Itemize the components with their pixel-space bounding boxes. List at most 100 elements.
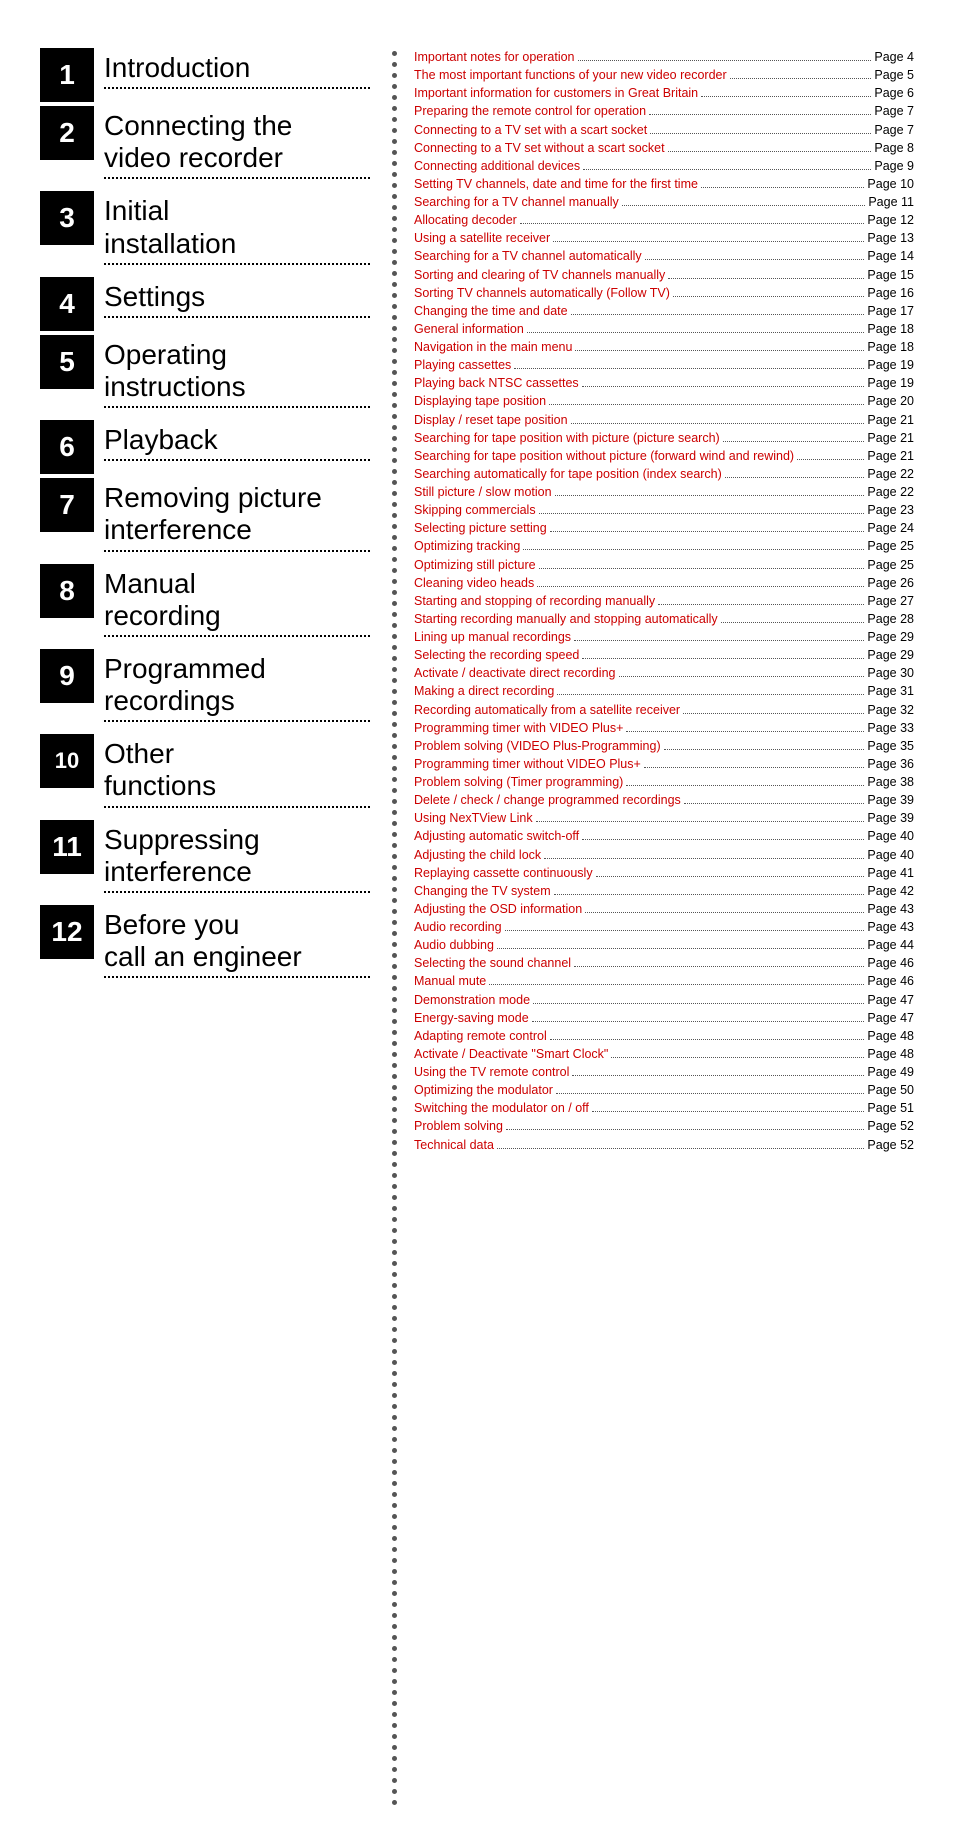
toc-entry-dots-39 (664, 749, 865, 750)
toc-entry-title-31: Starting and stopping of recording manua… (414, 592, 655, 610)
dot (392, 1382, 397, 1387)
dot (392, 1074, 397, 1079)
dot (392, 95, 397, 100)
toc-entry-dots-20 (549, 404, 864, 405)
dot (392, 1338, 397, 1343)
chapter-item-4: 4Settings (40, 277, 370, 331)
toc-entry-page-7: Page 9 (874, 157, 914, 175)
toc-entry-page-12: Page 14 (867, 247, 914, 265)
toc-entry-39: Problem solving (VIDEO Plus-Programming)… (414, 737, 914, 755)
toc-entry-dots-35 (619, 676, 865, 677)
toc-entry-31: Starting and stopping of recording manua… (414, 592, 914, 610)
toc-entry-37: Recording automatically from a satellite… (414, 701, 914, 719)
toc-entry-title-46: Replaying cassette continuously (414, 864, 593, 882)
dot (392, 1393, 397, 1398)
dot (392, 1239, 397, 1244)
dot (392, 1085, 397, 1090)
toc-entry-27: Selecting picture settingPage 24 (414, 519, 914, 537)
dot (392, 612, 397, 617)
dot (392, 667, 397, 672)
chapter-title-area-7: Removing pictureinterference (104, 478, 370, 559)
toc-entry-title-16: General information (414, 320, 524, 338)
toc-entry-40: Programming timer without VIDEO Plus+Pag… (414, 755, 914, 773)
chapter-number-9: 9 (40, 649, 94, 703)
toc-entry-dots-19 (582, 386, 865, 387)
dot (392, 1305, 397, 1310)
toc-entry-dots-33 (574, 640, 864, 641)
toc-entry-dots-60 (506, 1129, 864, 1130)
toc-entry-page-21: Page 21 (867, 411, 914, 429)
toc-entry-56: Activate / Deactivate "Smart Clock"Page … (414, 1045, 914, 1063)
toc-entry-dots-55 (550, 1039, 865, 1040)
chapter-dots-8 (104, 635, 370, 637)
toc-entry-title-42: Delete / check / change programmed recor… (414, 791, 681, 809)
toc-entry-title-41: Problem solving (Timer programming) (414, 773, 623, 791)
toc-entry-2: The most important functions of your new… (414, 66, 914, 84)
chapter-item-11: 11Suppressinginterference (40, 820, 370, 901)
toc-entry-page-9: Page 11 (868, 193, 914, 211)
main-layout: 1Introduction2Connecting thevideo record… (40, 48, 914, 1808)
dot (392, 766, 397, 771)
dot (392, 370, 397, 375)
toc-entry-title-36: Making a direct recording (414, 682, 554, 700)
toc-entry-dots-14 (673, 296, 865, 297)
toc-entry-dots-41 (626, 785, 864, 786)
toc-entry-page-52: Page 46 (867, 972, 914, 990)
toc-entry-dots-15 (571, 314, 865, 315)
toc-entry-title-6: Connecting to a TV set without a scart s… (414, 139, 665, 157)
toc-entry-page-30: Page 26 (867, 574, 914, 592)
toc-entry-29: Optimizing still picturePage 25 (414, 556, 914, 574)
toc-entry-dots-48 (585, 912, 864, 913)
toc-entry-53: Demonstration modePage 47 (414, 991, 914, 1009)
chapter-title-area-2: Connecting thevideo recorder (104, 106, 370, 187)
toc-entry-title-27: Selecting picture setting (414, 519, 547, 537)
dot (392, 711, 397, 716)
dot (392, 1778, 397, 1783)
toc-entry-title-12: Searching for a TV channel automatically (414, 247, 642, 265)
dot (392, 502, 397, 507)
toc-entry-title-8: Setting TV channels, date and time for t… (414, 175, 698, 193)
toc-entry-36: Making a direct recordingPage 31 (414, 682, 914, 700)
chapter-title-8: Manualrecording (104, 568, 370, 632)
toc-entry-page-58: Page 50 (867, 1081, 914, 1099)
toc-entry-page-47: Page 42 (867, 882, 914, 900)
toc-entry-dots-34 (582, 658, 864, 659)
toc-entry-20: Displaying tape positionPage 20 (414, 392, 914, 410)
toc-entry-dots-32 (721, 622, 865, 623)
dot (392, 1206, 397, 1211)
dot (392, 1492, 397, 1497)
toc-entry-dots-37 (683, 713, 864, 714)
toc-entry-4: Preparing the remote control for operati… (414, 102, 914, 120)
toc-entry-title-59: Switching the modulator on / off (414, 1099, 589, 1117)
dot (392, 326, 397, 331)
toc-entry-page-26: Page 23 (867, 501, 914, 519)
toc-entry-dots-50 (497, 948, 864, 949)
toc-entry-title-30: Cleaning video heads (414, 574, 534, 592)
toc-entry-title-21: Display / reset tape position (414, 411, 568, 429)
toc-entry-10: Allocating decoderPage 12 (414, 211, 914, 229)
chapter-title-area-3: Initialinstallation (104, 191, 370, 272)
toc-entry-title-1: Important notes for operation (414, 48, 575, 66)
dot (392, 799, 397, 804)
chapter-title-9: Programmedrecordings (104, 653, 370, 717)
toc-entry-page-29: Page 25 (867, 556, 914, 574)
chapter-dots-11 (104, 891, 370, 893)
toc-entry-dots-17 (575, 350, 864, 351)
toc-entry-43: Using NexTView LinkPage 39 (414, 809, 914, 827)
toc-entry-61: Technical dataPage 52 (414, 1136, 914, 1154)
chapter-dots-6 (104, 459, 370, 461)
dot (392, 1745, 397, 1750)
toc-entry-dots-49 (505, 930, 865, 931)
toc-entry-dots-4 (649, 114, 871, 115)
toc-entry-title-58: Optimizing the modulator (414, 1081, 553, 1099)
chapter-title-area-8: Manualrecording (104, 564, 370, 645)
toc-entry-page-61: Page 52 (867, 1136, 914, 1154)
toc-entry-page-43: Page 39 (867, 809, 914, 827)
chapter-title-area-10: Otherfunctions (104, 734, 370, 815)
toc-entry-dots-23 (797, 459, 864, 460)
toc-entry-page-22: Page 21 (867, 429, 914, 447)
toc-entry-title-40: Programming timer without VIDEO Plus+ (414, 755, 641, 773)
toc-entry-title-39: Problem solving (VIDEO Plus-Programming) (414, 737, 661, 755)
toc-entry-page-60: Page 52 (867, 1117, 914, 1135)
toc-entry-dots-59 (592, 1111, 865, 1112)
